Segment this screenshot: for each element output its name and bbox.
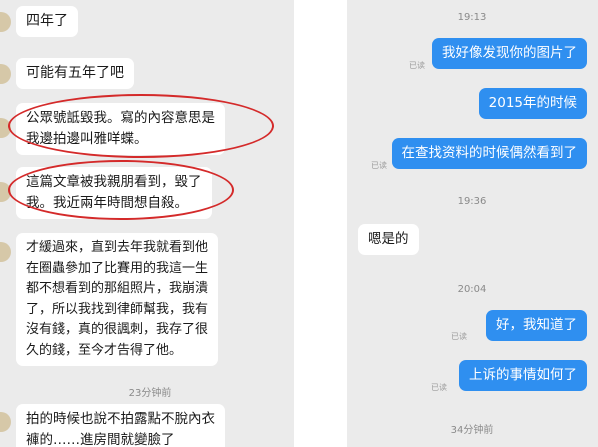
message-bubble: 才緩過來，直到去年我就看到他 在圈蟲參加了比賽用的我這一生 都不想看到的那組照片…	[16, 233, 219, 366]
timestamp: 23分钟前	[128, 388, 172, 399]
outgoing-message: 好，我知道了	[486, 310, 587, 341]
outgoing-message: 2015年的时候	[478, 88, 587, 119]
message-bubble: 可能有五年了吧	[16, 58, 134, 89]
left-chat-panel: 四年了 可能有五年了吧 公眾號詆毀我。寫的內容意思是 我邊拍邊叫雅咩蝶。 這篇文…	[0, 0, 294, 447]
timestamp: 19:13	[457, 12, 487, 23]
read-receipt: 已读	[371, 161, 387, 170]
message-bubble: 這篇文章被我親朋看到，毀了 我。我近兩年時間想自殺。	[16, 167, 212, 219]
right-chat-panel: 19:13 已读 我好像发现你的图片了 2015年的时候 已读 在查找资料的时候…	[347, 0, 598, 447]
read-receipt: 已读	[451, 332, 467, 341]
read-receipt: 已读	[431, 383, 447, 392]
timestamp: 19:36	[457, 196, 487, 207]
incoming-message: 嗯是的	[358, 224, 419, 255]
message-bubble: 四年了	[16, 6, 78, 37]
outgoing-message: 我好像发现你的图片了	[432, 38, 587, 69]
outgoing-message: 上诉的事情如何了	[459, 360, 587, 391]
avatar[interactable]	[0, 182, 11, 202]
avatar[interactable]	[0, 12, 11, 32]
message-bubble: 拍的時候也說不拍露點不脫內衣 褲的……進房間就變臉了	[16, 404, 225, 447]
avatar[interactable]	[0, 118, 11, 138]
avatar[interactable]	[0, 64, 11, 84]
read-receipt: 已读	[409, 61, 425, 70]
avatar[interactable]	[0, 412, 11, 432]
timestamp: 20:04	[457, 284, 487, 295]
timestamp: 34分钟前	[450, 425, 494, 436]
outgoing-message: 在查找资料的时候偶然看到了	[391, 138, 587, 169]
avatar[interactable]	[0, 242, 11, 262]
message-bubble: 公眾號詆毀我。寫的內容意思是 我邊拍邊叫雅咩蝶。	[16, 103, 225, 155]
